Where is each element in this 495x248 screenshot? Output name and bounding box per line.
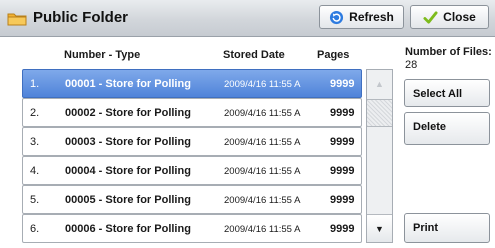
row-index: 4. — [30, 165, 40, 177]
print-label: Print — [413, 222, 439, 234]
row-pages: 9999 — [330, 223, 355, 235]
refresh-icon — [330, 10, 344, 24]
row-date: 2009/4/16 11:55 A — [224, 195, 301, 206]
row-name: 00005 - Store for Polling — [65, 194, 191, 206]
row-name: 00001 - Store for Polling — [65, 78, 191, 90]
row-index: 5. — [30, 194, 40, 206]
close-label: Close — [443, 10, 476, 24]
row-date: 2009/4/16 11:55 A — [224, 166, 301, 177]
page-title: Public Folder — [33, 9, 129, 26]
select-all-label: Select All — [413, 88, 463, 100]
list-item[interactable]: 3. 00003 - Store for Polling 2009/4/16 1… — [22, 127, 362, 156]
row-name: 00003 - Store for Polling — [65, 136, 191, 148]
column-header-number-type: Number - Type — [64, 49, 141, 61]
column-header-stored-date: Stored Date — [223, 49, 285, 61]
refresh-button[interactable]: Refresh — [319, 5, 404, 29]
row-pages: 9999 — [330, 136, 355, 148]
row-name: 00004 - Store for Polling — [65, 165, 191, 177]
row-pages: 9999 — [330, 107, 355, 119]
row-date: 2009/4/16 11:55 A — [224, 224, 301, 235]
folder-icon — [7, 13, 27, 26]
files-count-value: 28 — [405, 59, 418, 71]
row-name: 00002 - Store for Polling — [65, 107, 191, 119]
refresh-label: Refresh — [349, 10, 394, 24]
row-pages: 9999 — [330, 165, 355, 177]
row-index: 3. — [30, 136, 40, 148]
print-button[interactable]: Print — [404, 213, 490, 243]
scroll-up-button[interactable]: ▲ — [367, 70, 392, 98]
chevron-up-icon: ▲ — [375, 79, 384, 89]
row-date: 2009/4/16 11:55 A — [224, 79, 301, 90]
row-date: 2009/4/16 11:55 A — [224, 137, 301, 148]
scrollbar[interactable]: ▲ ▼ — [366, 69, 393, 243]
check-icon — [423, 10, 438, 24]
list-item[interactable]: 1. 00001 - Store for Polling 2009/4/16 1… — [22, 69, 362, 98]
chevron-down-icon: ▼ — [375, 223, 384, 234]
row-index: 2. — [30, 107, 40, 119]
list-item[interactable]: 6. 00006 - Store for Polling 2009/4/16 1… — [22, 214, 362, 243]
row-pages: 9999 — [330, 78, 355, 90]
row-index: 6. — [30, 223, 40, 235]
row-name: 00006 - Store for Polling — [65, 223, 191, 235]
row-pages: 9999 — [330, 194, 355, 206]
column-header-pages: Pages — [317, 49, 350, 61]
scroll-down-button[interactable]: ▼ — [367, 214, 392, 242]
list-item[interactable]: 2. 00002 - Store for Polling 2009/4/16 1… — [22, 98, 362, 127]
list-item[interactable]: 4. 00004 - Store for Polling 2009/4/16 1… — [22, 156, 362, 185]
scroll-thumb[interactable] — [367, 99, 392, 127]
files-count-label: Number of Files: — [405, 46, 492, 58]
row-date: 2009/4/16 11:55 A — [224, 108, 301, 119]
list-item[interactable]: 5. 00005 - Store for Polling 2009/4/16 1… — [22, 185, 362, 214]
row-index: 1. — [30, 78, 40, 90]
select-all-button[interactable]: Select All — [404, 79, 490, 107]
delete-button[interactable]: Delete — [404, 112, 490, 145]
close-button[interactable]: Close — [410, 5, 489, 29]
delete-label: Delete — [413, 121, 447, 133]
title-bar: Public Folder Refresh Close — [0, 0, 495, 37]
